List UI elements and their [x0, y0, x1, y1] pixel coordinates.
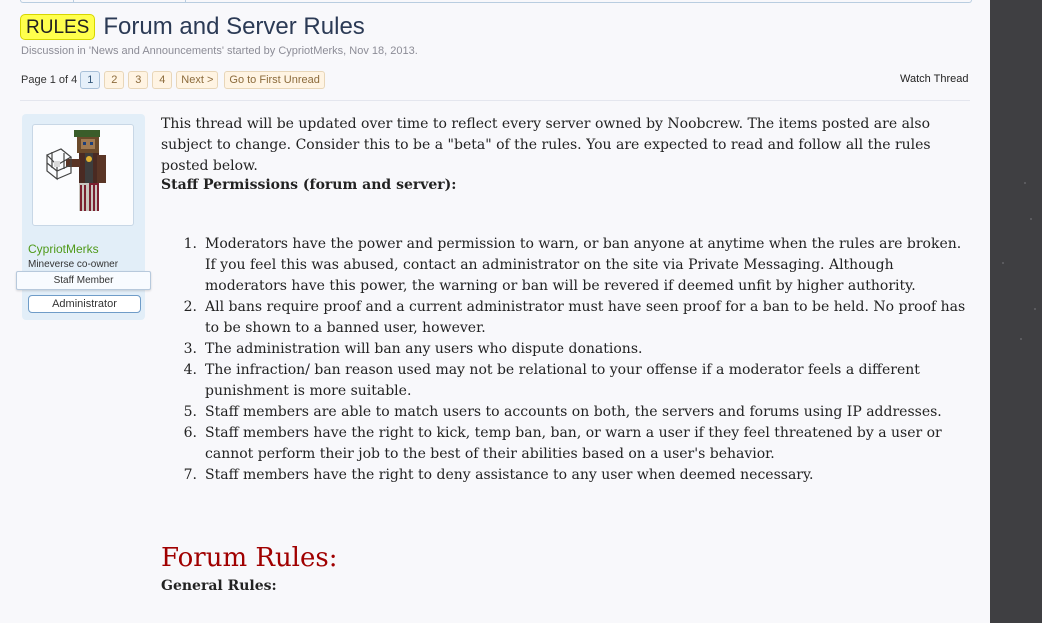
page-link-3[interactable]: 3	[128, 71, 149, 89]
thread-title-row: RULES Forum and Server Rules	[20, 14, 365, 40]
username-link[interactable]: CypriotMerks	[28, 242, 99, 256]
user-title: Mineverse co-owner	[28, 259, 119, 270]
date-link[interactable]: Nov 18, 2013	[349, 45, 414, 57]
desktop-background-strip	[990, 0, 1042, 623]
staff-rules-list: 1. Moderators have the power and permissi…	[161, 234, 973, 486]
first-unread-button[interactable]: Go to First Unread	[224, 71, 325, 89]
author-link[interactable]: CypriotMerks	[278, 45, 343, 57]
forum-rules-heading: Forum Rules:	[161, 543, 338, 573]
list-item: 4. The infraction/ ban reason used may no…	[183, 362, 920, 399]
meta-prefix-text: Discussion in '	[21, 45, 91, 57]
top-nav-edge	[20, 0, 972, 3]
page-link-1[interactable]: 1	[80, 71, 101, 89]
list-item: 2. All bans require proof and a current a…	[183, 299, 966, 336]
list-item: 1. Moderators have the power and permissi…	[183, 236, 962, 294]
meta-end-text: .	[414, 45, 418, 57]
staff-member-banner: Staff Member	[16, 271, 151, 290]
minecraft-skin-avatar-icon	[45, 130, 106, 211]
forum-link[interactable]: News and Announcements	[91, 45, 222, 57]
page-nav-label: Page 1 of 4	[21, 74, 78, 86]
thread-meta: Discussion in 'News and Announcements' s…	[21, 45, 418, 57]
list-item: 7. Staff members have the right to deny a…	[183, 467, 814, 483]
avatar[interactable]	[32, 124, 134, 226]
thread-title: Forum and Server Rules	[103, 13, 365, 40]
message-user-info: CypriotMerks Mineverse co-owner Staff Me…	[16, 114, 151, 320]
role-badge: Administrator	[28, 295, 141, 313]
divider	[20, 100, 970, 101]
page-link-4[interactable]: 4	[152, 71, 173, 89]
list-item: 6. Staff members have the right to kick, …	[183, 425, 942, 462]
meta-middle-text: ' started by	[221, 45, 279, 57]
intro-paragraph: This thread will be updated over time to…	[161, 116, 931, 174]
general-rules-heading: General Rules:	[161, 578, 277, 594]
list-item: 5. Staff members are able to match users …	[183, 404, 942, 420]
thread-prefix-badge[interactable]: RULES	[20, 14, 96, 40]
watch-thread-link[interactable]: Watch Thread	[900, 73, 968, 85]
list-item: 3. The administration will ban any users …	[183, 341, 643, 357]
thread-page: RULES Forum and Server Rules Discussion …	[0, 0, 990, 623]
staff-permissions-heading: Staff Permissions (forum and server):	[161, 177, 457, 193]
page-link-2[interactable]: 2	[104, 71, 125, 89]
next-page-button[interactable]: Next >	[176, 71, 219, 89]
page-nav: Page 1 of 4 1 2 3 4 Next > Go to First U…	[21, 71, 329, 89]
